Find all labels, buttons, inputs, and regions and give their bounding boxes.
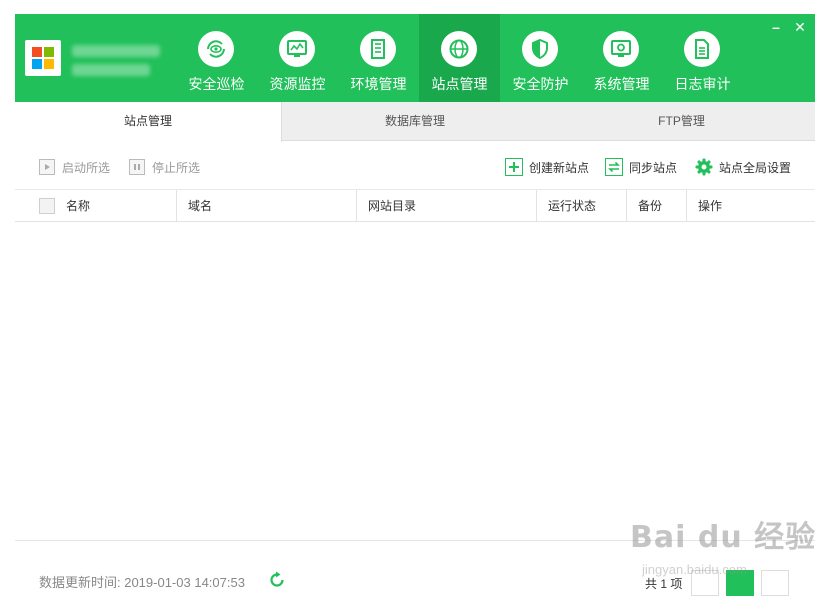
create-site-label: 创建新站点 xyxy=(529,160,590,175)
start-selected-label: 启动所选 xyxy=(62,160,111,175)
nav-item-security-protection[interactable]: 安全防护 xyxy=(500,14,581,102)
page-next-button[interactable] xyxy=(761,570,789,596)
column-header-backup[interactable]: 备份 xyxy=(626,190,686,222)
nav-item-site-management[interactable]: 站点管理 xyxy=(419,14,500,102)
close-button[interactable]: ✕ xyxy=(789,17,811,37)
nav-label: 环境管理 xyxy=(350,76,407,92)
nav-item-resource-monitor[interactable]: 资源监控 xyxy=(257,14,338,102)
app-logo xyxy=(25,40,61,76)
baidu-watermark: Bai du 经验 xyxy=(630,520,817,555)
nav-item-log-audit[interactable]: 日志审计 xyxy=(662,14,743,102)
eye-cycle-icon xyxy=(207,40,225,58)
nav-item-system-management[interactable]: 系统管理 xyxy=(581,14,662,102)
table-header: 名称 域名 网站目录 运行状态 备份 操作 xyxy=(15,189,815,222)
stop-selected-label: 停止所选 xyxy=(152,160,201,175)
play-icon xyxy=(39,159,55,175)
total-count: 共 1 项 xyxy=(645,577,683,591)
start-selected-button[interactable]: 启动所选 xyxy=(39,158,110,176)
baidu-watermark-url: jingyan.baidu.com xyxy=(642,562,747,577)
nav-label: 站点管理 xyxy=(431,76,488,92)
main-nav: 安全巡检 资源监控 环境管理 站点管理 安全防护 系统管理 日志审计 xyxy=(176,14,743,102)
toolbar: 启动所选 停止所选 创建新站点 同步站点 站点全局设置 xyxy=(15,141,815,191)
tab-database-management[interactable]: 数据库管理 xyxy=(282,102,548,141)
settings-monitor-icon xyxy=(611,40,631,57)
monitor-chart-icon xyxy=(287,40,307,57)
refresh-icon[interactable] xyxy=(268,571,286,589)
shield-icon xyxy=(532,38,548,60)
blurred-server-ip xyxy=(72,64,150,76)
create-site-button[interactable]: 创建新站点 xyxy=(505,158,589,176)
nav-item-environment[interactable]: 环境管理 xyxy=(338,14,419,102)
column-header-name[interactable]: 名称 xyxy=(55,190,176,222)
tab-site-management[interactable]: 站点管理 xyxy=(15,102,282,142)
minimize-button[interactable]: – xyxy=(765,17,787,37)
nav-label: 安全防护 xyxy=(512,76,569,92)
nav-label: 系统管理 xyxy=(593,76,650,92)
stop-selected-button[interactable]: 停止所选 xyxy=(129,158,200,176)
site-global-settings-label: 站点全局设置 xyxy=(719,160,792,175)
data-update-time: 数据更新时间: 2019-01-03 14:07:53 xyxy=(39,575,245,590)
nav-label: 安全巡检 xyxy=(188,76,245,92)
sync-icon xyxy=(605,158,623,176)
tab-ftp-management[interactable]: FTP管理 xyxy=(548,102,815,141)
sub-tabs: 站点管理 数据库管理 FTP管理 xyxy=(15,102,815,142)
gear-icon xyxy=(695,158,713,176)
nav-item-security-inspection[interactable]: 安全巡检 xyxy=(176,14,257,102)
site-global-settings-button[interactable]: 站点全局设置 xyxy=(695,158,791,176)
sync-sites-label: 同步站点 xyxy=(629,160,678,175)
blurred-server-name xyxy=(72,45,160,57)
pause-icon xyxy=(129,159,145,175)
plus-icon xyxy=(505,158,523,176)
column-header-site-directory[interactable]: 网站目录 xyxy=(356,190,536,222)
column-header-domain[interactable]: 域名 xyxy=(176,190,356,222)
globe-icon xyxy=(449,39,469,59)
header-bar: – ✕ 安全巡检 资源监控 环境管理 站点管理 安全防护 系统管理 日志审计 xyxy=(15,14,815,102)
nav-label: 资源监控 xyxy=(269,76,326,92)
document-icon xyxy=(695,39,709,59)
column-header-actions[interactable]: 操作 xyxy=(686,190,815,222)
server-icon xyxy=(371,39,385,59)
nav-label: 日志审计 xyxy=(674,76,731,92)
column-header-run-status[interactable]: 运行状态 xyxy=(536,190,626,222)
windows-logo-icon xyxy=(32,47,54,69)
select-all-checkbox[interactable] xyxy=(39,198,55,214)
sync-sites-button[interactable]: 同步站点 xyxy=(605,158,677,176)
